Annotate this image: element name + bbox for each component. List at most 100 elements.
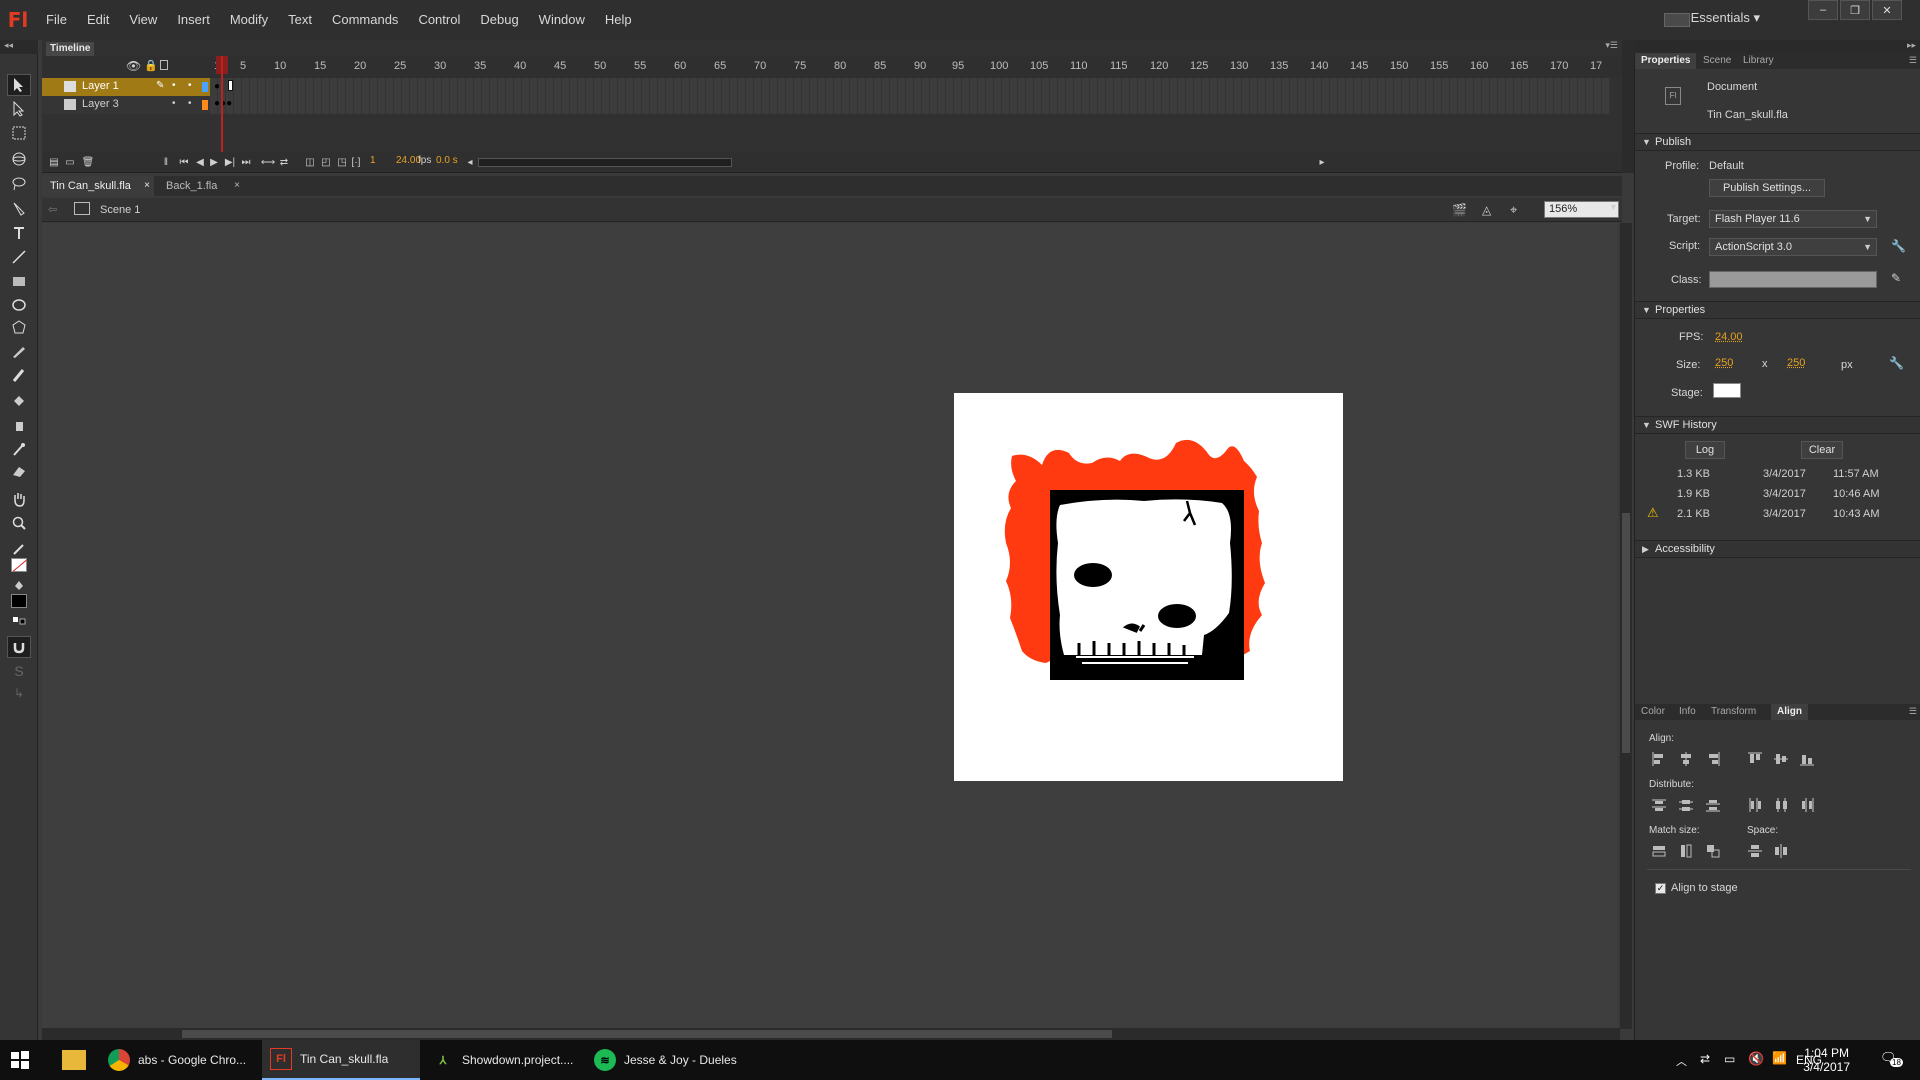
layer-row[interactable]: Layer 1 ✎ • • xyxy=(42,78,210,96)
lock-icon[interactable]: 🔒 xyxy=(144,59,158,72)
pause-icon[interactable]: ‖ xyxy=(160,156,172,168)
straighten-icon[interactable]: ↳ xyxy=(7,682,31,704)
wifi-icon[interactable]: 📶 xyxy=(1772,1051,1787,1065)
eraser-tool-icon[interactable] xyxy=(7,460,31,482)
panel-menu-icon[interactable]: ☰ xyxy=(1909,55,1917,66)
volume-muted-icon[interactable]: 🔇 xyxy=(1748,1051,1764,1067)
zoom-select[interactable]: 156% xyxy=(1544,201,1619,218)
tab-properties[interactable]: Properties xyxy=(1635,53,1696,69)
menu-control[interactable]: Control xyxy=(408,0,470,40)
modify-onion-markers-icon[interactable]: [·] xyxy=(350,156,362,168)
center-stage-icon[interactable]: ⌖ xyxy=(1510,202,1517,218)
match-width-icon[interactable] xyxy=(1651,843,1667,859)
stage-color-swatch[interactable] xyxy=(1713,383,1741,398)
system-clock[interactable]: 1:04 PM 3/4/2017 xyxy=(1803,1046,1850,1074)
snap-to-objects-icon[interactable] xyxy=(7,636,31,658)
skull-eye-left[interactable] xyxy=(1074,563,1112,587)
align-bottom-icon[interactable] xyxy=(1799,751,1815,767)
taskbar-flash[interactable]: Fl Tin Can_skull.fla xyxy=(262,1040,420,1080)
minimize-button[interactable]: – xyxy=(1808,0,1838,20)
fps-value[interactable]: 24.00 xyxy=(1715,331,1743,343)
class-input[interactable] xyxy=(1709,271,1877,288)
size-height[interactable]: 250 xyxy=(1787,357,1805,369)
tab-info[interactable]: Info xyxy=(1673,704,1702,720)
visibility-dot[interactable]: • xyxy=(172,98,176,109)
tools-collapse-bar[interactable]: ◂◂ xyxy=(0,40,38,54)
align-vertical-center-icon[interactable] xyxy=(1773,751,1789,767)
target-select[interactable]: Flash Player 11.6 ▼ xyxy=(1709,210,1877,228)
zoom-tool-icon[interactable] xyxy=(7,512,31,534)
timeline-tab[interactable]: Timeline xyxy=(46,42,94,56)
menu-edit[interactable]: Edit xyxy=(77,0,119,40)
menu-text[interactable]: Text xyxy=(278,0,322,40)
maximize-button[interactable]: ❐ xyxy=(1840,0,1870,20)
file-explorer-icon[interactable] xyxy=(62,1050,86,1070)
loop-icon[interactable]: ⟷ xyxy=(262,156,274,168)
stage-vscroll[interactable] xyxy=(1620,223,1632,1029)
space-vertical-icon[interactable] xyxy=(1747,843,1763,859)
publish-settings-button[interactable]: Publish Settings... xyxy=(1709,179,1825,197)
doc-tab[interactable]: Tin Can_skull.fla × xyxy=(42,176,154,196)
brush-tool-icon[interactable] xyxy=(7,364,31,386)
new-folder-icon[interactable]: ▭ xyxy=(64,156,76,168)
edit-scene-icon[interactable]: 🎬 xyxy=(1452,203,1467,217)
close-tab-icon[interactable]: × xyxy=(144,176,150,196)
menu-view[interactable]: View xyxy=(119,0,167,40)
edit-symbol-icon[interactable]: ◬ xyxy=(1482,203,1491,217)
windows-start-icon[interactable] xyxy=(10,1050,30,1070)
text-tool-icon[interactable] xyxy=(7,222,31,244)
publish-section-header[interactable]: ▼ Publish xyxy=(1635,133,1920,151)
polystar-tool-icon[interactable] xyxy=(7,316,31,338)
skull-artwork[interactable] xyxy=(954,393,1343,781)
panel-menu-icon[interactable]: ☰ xyxy=(1909,706,1917,717)
taskbar-spotify[interactable]: ≋ Jesse & Joy - Dueles xyxy=(586,1040,744,1080)
subselection-tool-icon[interactable] xyxy=(7,98,31,120)
tab-transform[interactable]: Transform xyxy=(1705,704,1762,720)
swf-history-section-header[interactable]: ▼ SWF History xyxy=(1635,416,1920,434)
align-top-icon[interactable] xyxy=(1747,751,1763,767)
history-row[interactable]: 2.1 KB 3/4/2017 10:43 AM xyxy=(1677,508,1710,520)
frames-grid[interactable] xyxy=(210,78,1610,114)
swap-colors-icon[interactable] xyxy=(7,610,31,632)
history-row[interactable]: 1.3 KB 3/4/2017 11:57 AM xyxy=(1677,468,1710,480)
menu-debug[interactable]: Debug xyxy=(470,0,528,40)
distribute-top-icon[interactable] xyxy=(1651,797,1667,813)
rectangle-tool-icon[interactable] xyxy=(7,270,31,292)
lock-dot[interactable]: • xyxy=(188,80,192,91)
timeline-vscroll[interactable] xyxy=(1622,40,1634,173)
free-transform-tool-icon[interactable] xyxy=(7,122,31,144)
hscroll-thumb[interactable] xyxy=(182,1030,1112,1038)
layer-color-swatch[interactable] xyxy=(202,82,208,92)
menu-insert[interactable]: Insert xyxy=(167,0,220,40)
menu-window[interactable]: Window xyxy=(529,0,595,40)
size-width[interactable]: 250 xyxy=(1715,357,1733,369)
log-button[interactable]: Log xyxy=(1685,441,1725,459)
edit-class-icon[interactable]: ✎ xyxy=(1891,271,1901,285)
tab-library[interactable]: Library xyxy=(1737,53,1780,69)
onion-skin-icon[interactable]: ◫ xyxy=(304,156,316,168)
lock-dot[interactable]: • xyxy=(188,98,192,109)
scene-label[interactable]: Scene 1 xyxy=(100,204,140,216)
show-hidden-icons-chevron-icon[interactable]: ︿ xyxy=(1676,1053,1687,1069)
layer-color-swatch[interactable] xyxy=(202,100,208,110)
distribute-vcenter-icon[interactable] xyxy=(1678,797,1694,813)
network-share-icon[interactable]: ⇄ xyxy=(1700,1052,1710,1066)
script-select[interactable]: ActionScript 3.0 ▼ xyxy=(1709,238,1877,256)
taskbar-project[interactable]: ⅄ Showdown.project.... xyxy=(424,1040,582,1080)
menu-commands[interactable]: Commands xyxy=(322,0,408,40)
close-tab-icon[interactable]: × xyxy=(234,176,240,196)
smooth-icon[interactable]: S xyxy=(7,660,31,682)
menu-modify[interactable]: Modify xyxy=(220,0,278,40)
properties-section-header[interactable]: ▼ Properties xyxy=(1635,301,1920,319)
battery-icon[interactable]: ▭ xyxy=(1724,1052,1735,1066)
3d-rotation-tool-icon[interactable] xyxy=(7,148,31,170)
scroll-right-icon[interactable]: ▸ xyxy=(1316,156,1328,168)
go-last-frame-icon[interactable]: ⏭ xyxy=(240,156,252,168)
close-button[interactable]: ✕ xyxy=(1872,0,1902,20)
timeline-hscroll[interactable] xyxy=(478,158,732,167)
new-layer-icon[interactable]: ▤ xyxy=(48,156,60,168)
stage-canvas[interactable] xyxy=(954,393,1343,781)
visibility-dot[interactable]: • xyxy=(172,80,176,91)
step-forward-icon[interactable]: ▶| xyxy=(224,156,236,168)
layer-row[interactable]: Layer 3 • • xyxy=(42,96,210,114)
